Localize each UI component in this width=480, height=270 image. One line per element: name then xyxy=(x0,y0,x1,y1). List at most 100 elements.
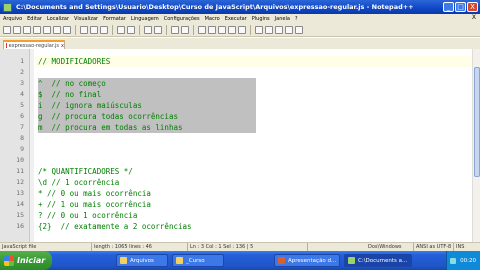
line-number: 3 xyxy=(20,79,24,87)
toolbar-separator xyxy=(166,24,167,35)
toolbar xyxy=(0,23,480,37)
document-close-button[interactable]: X xyxy=(472,14,476,21)
menu-formatar[interactable]: Formatar xyxy=(103,16,126,22)
replace-icon[interactable] xyxy=(154,25,162,34)
paste-icon[interactable] xyxy=(100,25,108,34)
line-number: 12 xyxy=(16,178,24,186)
zoom-in-icon[interactable] xyxy=(171,25,179,34)
code-line[interactable]: 12 \d // 1 ocorrência xyxy=(0,177,472,188)
tab-bar: expressao-regular.js x xyxy=(0,38,480,49)
undo-icon[interactable] xyxy=(117,25,125,34)
start-label: Iniciar xyxy=(17,256,46,265)
task-label: Apresentação d... xyxy=(288,257,337,264)
code-line[interactable]: 7 m // procura em todas as linhas xyxy=(0,122,472,133)
task-label: Arquivos xyxy=(130,257,154,264)
menu-localizar[interactable]: Localizar xyxy=(47,16,69,22)
line-number: 8 xyxy=(20,134,24,142)
save-icon[interactable] xyxy=(23,25,31,34)
menu-linguagem[interactable]: Linguagem xyxy=(131,16,159,22)
new-file-icon[interactable] xyxy=(3,25,11,34)
code-line[interactable]: 5 i // ignora maiúsculas xyxy=(0,100,472,111)
menu-arquivo[interactable]: Arquivo xyxy=(3,16,22,22)
code-text: \d // 1 ocorrência xyxy=(38,178,120,187)
menu-visualizar[interactable]: Visualizar xyxy=(74,16,98,22)
zoom-out-icon[interactable] xyxy=(181,25,189,34)
menu-plugins[interactable]: Plugins xyxy=(252,16,270,22)
code-line[interactable]: 16 {2} // exatamente a 2 ocorrências xyxy=(0,221,472,232)
sync-horizontal-icon[interactable] xyxy=(208,25,216,34)
redo-icon[interactable] xyxy=(127,25,135,34)
run-macro-multiple-icon[interactable] xyxy=(285,25,293,34)
task-label: C:\Documents a... xyxy=(358,257,408,264)
code-line[interactable]: 8 xyxy=(0,133,472,144)
code-line[interactable]: 3 ^ // no começo xyxy=(0,78,472,89)
word-wrap-icon[interactable] xyxy=(218,25,226,34)
find-icon[interactable] xyxy=(144,25,152,34)
taskbar-item-apresentacao[interactable]: Apresentação d... xyxy=(274,254,340,267)
menu-macro[interactable]: Macro xyxy=(205,16,220,22)
code-line[interactable]: 6 g // procura todas ocorrências xyxy=(0,111,472,122)
code-text: {2} // exatamente a 2 ocorrências xyxy=(38,222,192,231)
scrollbar-thumb[interactable] xyxy=(474,67,480,177)
taskbar-item-notepadpp[interactable]: C:\Documents a... xyxy=(344,254,412,267)
code-line[interactable]: 15 ? // 0 ou 1 ocorrência xyxy=(0,210,472,221)
window-title: C:\Documents and Settings\Usuario\Deskto… xyxy=(16,3,414,11)
play-macro-icon[interactable] xyxy=(275,25,283,34)
menu-help[interactable]: ? xyxy=(295,16,298,22)
unsaved-file-icon xyxy=(6,43,7,48)
code-line[interactable]: 4 $ // no final xyxy=(0,89,472,100)
line-number: 4 xyxy=(20,90,24,98)
print-icon[interactable] xyxy=(63,25,71,34)
vertical-scrollbar[interactable] xyxy=(472,49,480,242)
line-number: 10 xyxy=(16,156,24,164)
indent-guide-icon[interactable] xyxy=(238,25,246,34)
code-editor[interactable]: 1 // MODIFICADORES 2 3 ^ // no começo 4 $ // n… xyxy=(0,49,480,242)
menu-configuracoes[interactable]: Configurações xyxy=(164,16,200,22)
cut-icon[interactable] xyxy=(80,25,88,34)
start-button[interactable]: Iniciar xyxy=(0,251,52,270)
taskbar-item-curso[interactable]: _Curso xyxy=(172,254,224,267)
menu-executar[interactable]: Executar xyxy=(225,16,247,22)
windows-logo-icon xyxy=(4,255,14,266)
code-line[interactable]: 10 xyxy=(0,155,472,166)
show-all-chars-icon[interactable] xyxy=(228,25,236,34)
close-all-icon[interactable] xyxy=(53,25,61,34)
status-bar: JavaScript file length : 1065 lines : 46… xyxy=(0,242,480,252)
code-line[interactable]: 11 /* QUANTIFICADORES */ xyxy=(0,166,472,177)
tray-network-icon[interactable] xyxy=(450,257,457,264)
tab-expressao-regular[interactable]: expressao-regular.js x xyxy=(3,40,65,49)
code-text: i // ignora maiúsculas xyxy=(38,101,142,110)
sync-vertical-icon[interactable] xyxy=(198,25,206,34)
menu-janela[interactable]: Janela xyxy=(275,16,290,22)
maximize-button[interactable]: □ xyxy=(455,2,466,12)
menu-editar[interactable]: Editar xyxy=(27,16,42,22)
copy-icon[interactable] xyxy=(90,25,98,34)
close-button[interactable]: X xyxy=(467,2,478,12)
record-macro-icon[interactable] xyxy=(255,25,263,34)
save-macro-icon[interactable] xyxy=(295,25,303,34)
folder-icon xyxy=(120,257,127,264)
line-number: 7 xyxy=(20,123,24,131)
code-text: g // procura todas ocorrências xyxy=(38,112,178,121)
folder-icon xyxy=(176,257,183,264)
notepadpp-app-icon xyxy=(3,2,12,12)
title-bar: C:\Documents and Settings\Usuario\Deskto… xyxy=(0,0,480,14)
open-file-icon[interactable] xyxy=(13,25,21,34)
notepadpp-icon xyxy=(348,257,355,264)
code-line[interactable]: 13 * // 0 ou mais ocorrência xyxy=(0,188,472,199)
code-line[interactable]: 2 xyxy=(0,67,472,78)
save-all-icon[interactable] xyxy=(33,25,41,34)
code-text: ^ // no começo xyxy=(38,79,106,88)
close-file-icon[interactable] xyxy=(43,25,51,34)
toolbar-separator xyxy=(193,24,194,35)
minimize-button[interactable]: _ xyxy=(443,2,454,12)
stop-macro-icon[interactable] xyxy=(265,25,273,34)
code-line[interactable]: 9 xyxy=(0,144,472,155)
taskbar-item-arquivos[interactable]: Arquivos xyxy=(116,254,168,267)
code-line[interactable]: 14 + // 1 ou mais ocorrência xyxy=(0,199,472,210)
line-number: 15 xyxy=(16,211,24,219)
tab-close-icon[interactable]: x xyxy=(61,43,64,49)
code-line[interactable]: 1 // MODIFICADORES xyxy=(0,56,472,67)
line-number: 2 xyxy=(20,68,24,76)
line-number: 11 xyxy=(16,167,24,175)
